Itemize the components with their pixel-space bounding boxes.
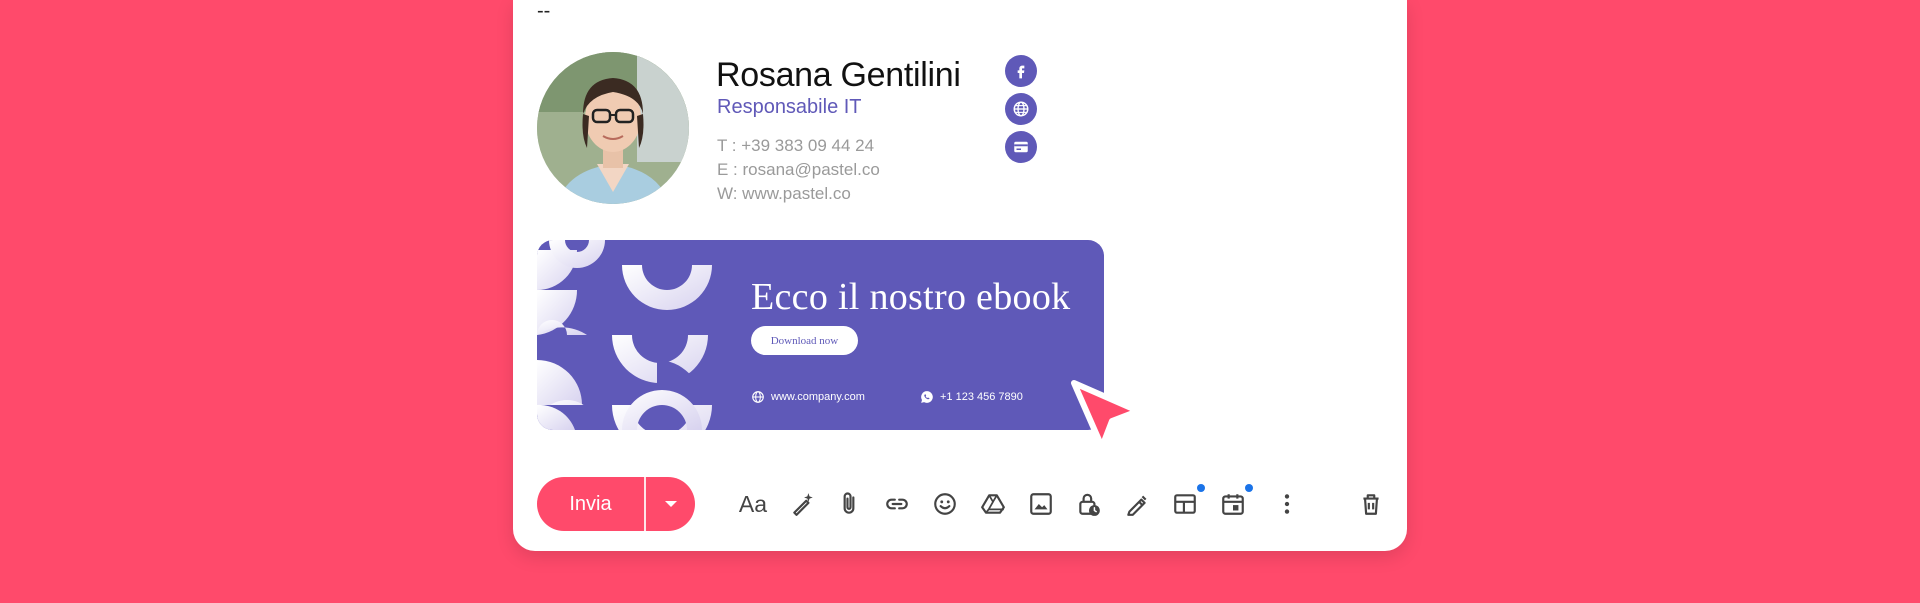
compose-window: -- Rosana Gentilini Responsabile IT T : …	[513, 0, 1407, 551]
link-icon	[886, 498, 908, 510]
banner-website[interactable]: www.company.com	[751, 390, 865, 404]
signature-website: W: www.pastel.co	[717, 184, 851, 203]
ebook-banner[interactable]: Ecco il nostro ebook Download now www.co…	[537, 240, 1104, 430]
card-icon	[1014, 141, 1028, 153]
banner-phone-text: +1 123 456 7890	[940, 391, 1023, 403]
emoji-icon	[934, 493, 956, 515]
compose-toolbar: Invia Aa	[537, 477, 1387, 531]
layout-icon	[1174, 494, 1196, 514]
signature-name: Rosana Gentilini	[716, 56, 961, 94]
confidential-mode-button[interactable]	[1073, 488, 1105, 520]
text-format-button[interactable]: Aa	[737, 488, 769, 520]
avatar	[537, 52, 689, 204]
signature-email: E : rosana@pastel.co	[717, 160, 880, 179]
avatar-photo	[537, 52, 689, 204]
drive-icon	[981, 494, 1005, 514]
website-link[interactable]	[1005, 93, 1037, 125]
drive-button[interactable]	[977, 488, 1009, 520]
new-feature-dot	[1245, 484, 1253, 492]
magic-pen-icon	[793, 493, 813, 516]
new-feature-dot	[1197, 484, 1205, 492]
globe-icon	[752, 391, 764, 403]
image-icon	[1030, 493, 1052, 515]
schedule-icon	[1222, 494, 1244, 515]
signature-role: Responsabile IT	[717, 96, 862, 118]
whatsapp-icon	[921, 391, 933, 403]
text-format-icon: Aa	[738, 490, 768, 517]
send-button[interactable]: Invia	[537, 477, 644, 531]
globe-icon	[1013, 101, 1029, 117]
trash-icon	[1363, 494, 1379, 515]
banner-title: Ecco il nostro ebook	[751, 276, 1071, 318]
facebook-link[interactable]	[1005, 55, 1037, 87]
attach-button[interactable]	[833, 488, 865, 520]
pointer-cursor-icon	[1071, 380, 1141, 450]
more-icon	[1284, 494, 1290, 514]
signature-separator: --	[537, 0, 551, 22]
signature-button[interactable]	[1121, 488, 1153, 520]
layout-button[interactable]	[1169, 484, 1205, 520]
more-options-button[interactable]	[1271, 488, 1303, 520]
schedule-button[interactable]	[1217, 484, 1253, 520]
signature-phone: T : +39 383 09 44 24	[717, 136, 875, 155]
insert-photo-button[interactable]	[1025, 488, 1057, 520]
help-me-write-button[interactable]	[787, 488, 819, 520]
caret-down-icon	[664, 501, 677, 507]
discard-draft-button[interactable]	[1355, 488, 1387, 520]
banner-pattern	[537, 240, 712, 430]
banner-website-text: www.company.com	[771, 391, 865, 403]
download-button[interactable]: Download now	[751, 326, 858, 355]
lock-clock-icon	[1079, 493, 1100, 516]
attach-icon	[843, 492, 855, 514]
signature-pen-icon	[1127, 495, 1147, 516]
send-button-group: Invia	[537, 477, 695, 531]
link-button[interactable]	[881, 488, 913, 520]
send-options-button[interactable]	[646, 477, 695, 531]
facebook-icon	[1017, 65, 1025, 79]
emoji-button[interactable]	[929, 488, 961, 520]
card-link[interactable]	[1005, 131, 1037, 163]
banner-phone[interactable]: +1 123 456 7890	[920, 390, 1023, 404]
